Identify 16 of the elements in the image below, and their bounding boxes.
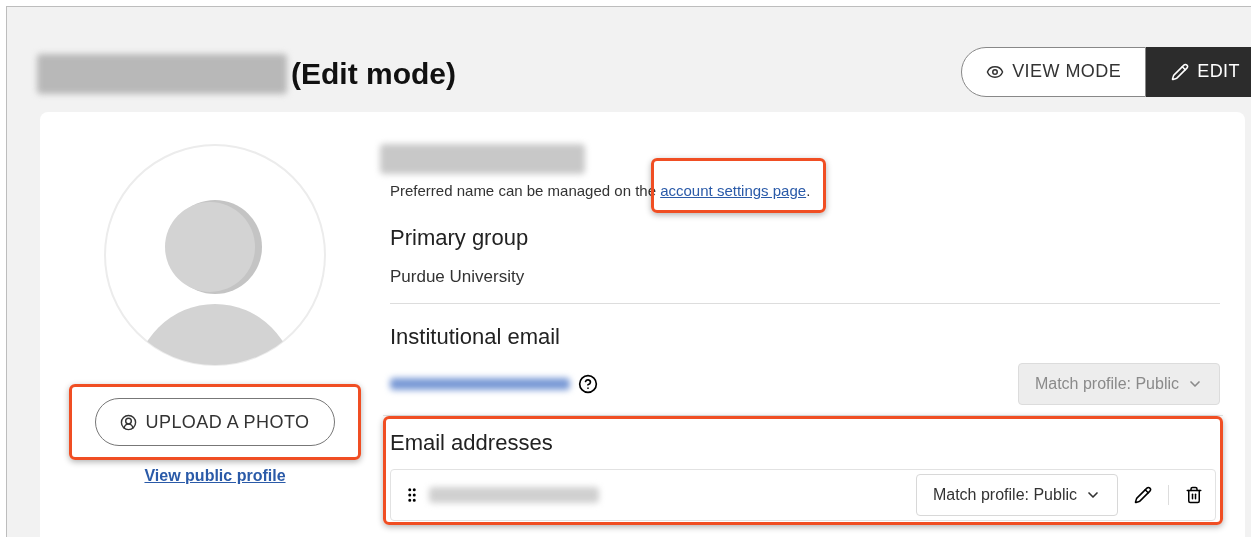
mode-tab[interactable]: VIEW MODE bbox=[961, 46, 1147, 97]
view-public-profile-link[interactable]: View public profile bbox=[144, 464, 286, 488]
upload-photo-button[interactable]: UPLOAD A PHOTO bbox=[95, 398, 335, 446]
help-icon[interactable] bbox=[578, 374, 598, 394]
primary-group-value: Purdue University bbox=[390, 265, 526, 288]
section-heading: Institutional email bbox=[390, 323, 561, 351]
section-heading: Primary group bbox=[390, 223, 530, 252]
account-settings-link[interactable]: account settings page bbox=[660, 182, 807, 199]
mode-tab[interactable]: EDIT bbox=[1146, 46, 1251, 97]
visibility-select[interactable]: Match profile: Public bbox=[915, 474, 1118, 516]
pencil-icon bbox=[1171, 62, 1190, 81]
delete-icon[interactable] bbox=[1185, 486, 1203, 504]
edit-icon[interactable] bbox=[1134, 486, 1152, 504]
section-heading: Email addresses bbox=[390, 429, 554, 457]
page-title: (Edit mode) bbox=[291, 56, 456, 92]
user-icon bbox=[120, 413, 138, 431]
